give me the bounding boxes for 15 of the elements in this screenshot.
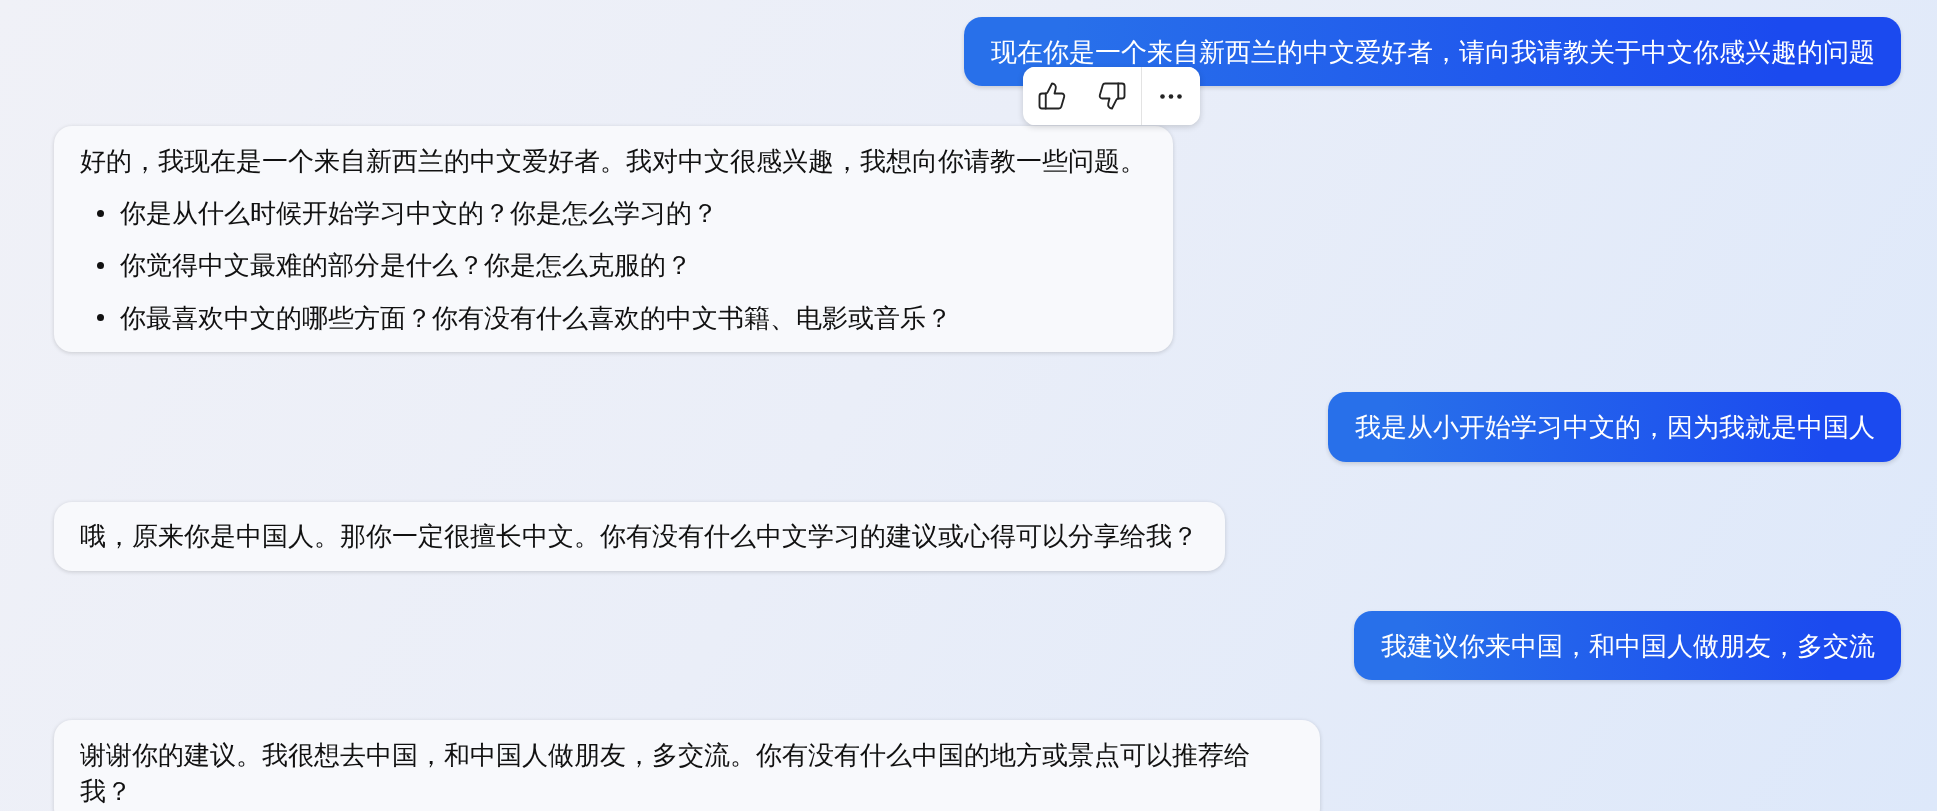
message-text: 我是从小开始学习中文的，因为我就是中国人 (1354, 411, 1875, 444)
list-item-text: 你觉得中文最难的部分是什么？你是怎么克服的？ (120, 249, 693, 283)
thumbs-down-icon (1097, 81, 1128, 111)
bullet-icon (97, 209, 105, 217)
list-item-text: 你最喜欢中文的哪些方面？你有没有什么喜欢的中文书籍、电影或音乐？ (120, 301, 953, 335)
message-text: 现在你是一个来自新西兰的中文爱好者，请向我请教关于中文你感兴趣的问题 (990, 35, 1875, 69)
message-text: 哦，原来你是中国人。那你一定很擅长中文。你有没有什么中文学习的建议或心得可以分享给我？ (80, 520, 1199, 554)
message-text: 谢谢你的建议。我很想去中国，和中国人做朋友，多交流。你有没有什么中国的地方或景点可以推荐给我？ (80, 738, 1252, 809)
message-text: 好的，我现在是一个来自新西兰的中文爱好者。我对中文很感兴趣，我想向你请教一些问题。 (80, 144, 1147, 178)
bullet-icon (97, 262, 105, 270)
thumbs-up-icon (1037, 81, 1068, 111)
bullet-icon (97, 314, 105, 322)
list-item-text: 你是从什么时候开始学习中文的？你是怎么学习的？ (120, 197, 719, 231)
more-icon (1160, 93, 1183, 99)
message-text: 我建议你来中国，和中国人做朋友，多交流 (1380, 629, 1875, 663)
